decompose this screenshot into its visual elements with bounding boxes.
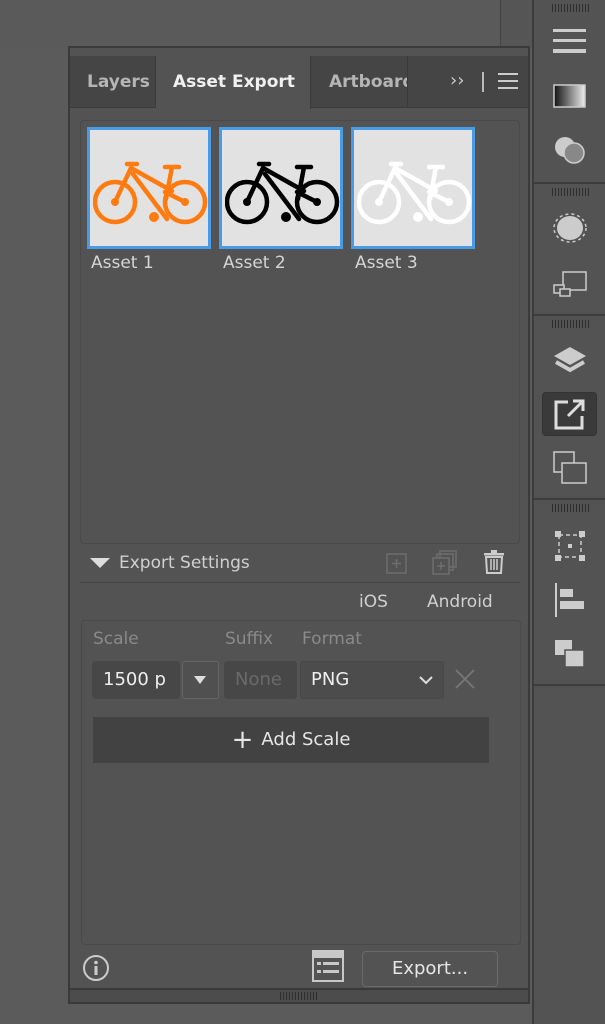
scale-label: Scale <box>93 629 139 649</box>
asset-thumbnail[interactable] <box>87 127 211 249</box>
tab-layers[interactable]: Layers <box>70 56 156 108</box>
gradient-icon[interactable] <box>542 74 597 118</box>
scale-settings: Scale Suffix Format 1500 p None PNG + Add… <box>81 620 521 945</box>
graphic-styles-icon[interactable] <box>542 262 597 306</box>
asset-label[interactable]: Asset 2 <box>223 253 286 273</box>
add-scale-label: Add Scale <box>261 729 351 750</box>
plus-icon: + <box>231 725 254 755</box>
preset-ios[interactable]: iOS <box>359 592 388 612</box>
add-icon[interactable] <box>386 553 408 579</box>
bicycle-icon <box>357 161 472 225</box>
divider <box>482 72 484 92</box>
bicycle-icon <box>225 161 340 225</box>
appearance-icon[interactable] <box>542 206 597 250</box>
format-select[interactable]: PNG <box>300 661 444 699</box>
hamburger-menu-icon[interactable] <box>498 73 518 93</box>
canvas-scrollbar[interactable] <box>500 0 532 48</box>
bicycle-icon <box>93 161 208 225</box>
asset-thumbnail[interactable] <box>219 127 343 249</box>
add-scale-button[interactable]: + Add Scale <box>93 717 489 763</box>
scale-dropdown-button[interactable] <box>182 661 219 699</box>
asset-label[interactable]: Asset 1 <box>91 253 154 273</box>
align-icon[interactable] <box>542 578 597 622</box>
tab-asset-export[interactable]: Asset Export <box>156 56 311 109</box>
tab-artboards[interactable]: Artboards <box>311 56 408 108</box>
transparency-icon[interactable] <box>542 128 597 172</box>
collapse-triangle-icon[interactable] <box>90 555 110 574</box>
scale-input[interactable]: 1500 p <box>92 661 180 699</box>
export-settings-heading[interactable]: Export Settings <box>119 553 250 573</box>
asset-thumbnail[interactable] <box>351 127 475 249</box>
canvas-area <box>0 0 500 48</box>
preset-android[interactable]: Android <box>427 592 493 612</box>
export-settings-list-icon[interactable] <box>312 950 344 986</box>
double-chevron-right-icon[interactable]: ›› <box>450 70 464 91</box>
info-icon[interactable] <box>82 954 110 986</box>
asset-grid: Asset 1 Asset 2 Asset 3 <box>80 120 520 544</box>
panel-resize-handle[interactable] <box>70 988 528 1002</box>
format-label: Format <box>302 629 362 649</box>
stroke-icon[interactable] <box>542 19 597 63</box>
asset-export-icon[interactable] <box>542 392 597 436</box>
asset-label[interactable]: Asset 3 <box>355 253 418 273</box>
right-toolbar <box>532 0 605 1024</box>
trash-icon[interactable] <box>484 550 504 578</box>
chevron-down-icon <box>419 676 433 685</box>
duplicate-icon[interactable] <box>432 550 458 580</box>
artboards-icon[interactable] <box>542 446 597 490</box>
close-icon[interactable] <box>455 669 475 693</box>
asset-export-panel: Layers Asset Export Artboards ›› Asset 1… <box>68 46 530 1004</box>
transform-icon[interactable] <box>542 524 597 568</box>
suffix-input[interactable]: None <box>224 661 297 699</box>
divider <box>80 582 520 583</box>
format-value: PNG <box>311 669 350 690</box>
layers-icon[interactable] <box>542 339 597 383</box>
tab-bar: Layers Asset Export Artboards ›› <box>70 56 528 109</box>
suffix-label: Suffix <box>225 629 274 649</box>
pathfinder-icon[interactable] <box>542 632 597 676</box>
export-button[interactable]: Export... <box>362 951 498 987</box>
